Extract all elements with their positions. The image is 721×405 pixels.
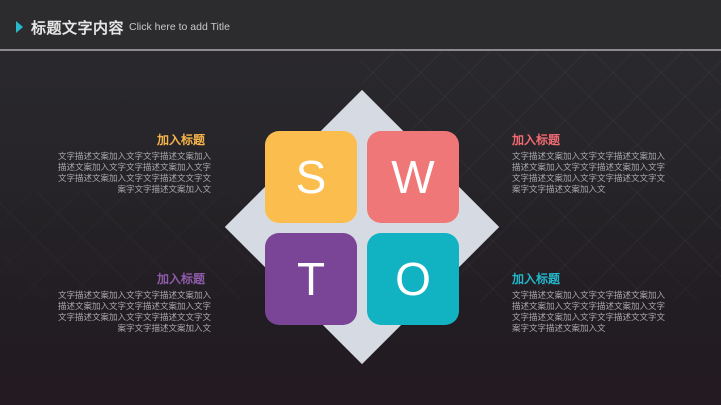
text-line: 描述文案加入文字文字描述文案加入文字	[57, 302, 211, 312]
text-line: 案字文字描述文案加入文	[512, 185, 606, 195]
header-divider	[0, 49, 721, 51]
slide-title[interactable]: 标题文字内容	[31, 17, 124, 38]
block-text-bottom-right[interactable]: 文字描述文案加入文字文字描述文案加入 描述文案加入文字文字描述文案加入文字 文字…	[512, 291, 680, 335]
text-line: 文字描述文案加入文字文字描述文文字文	[512, 313, 666, 323]
text-line: 文字描述文案加入文字文字描述文案加入	[57, 291, 211, 301]
text-line: 文字描述文案加入文字文字描述文案加入	[57, 152, 211, 162]
block-text-top-right[interactable]: 文字描述文案加入文字文字描述文案加入 描述文案加入文字文字描述文案加入文字 文字…	[512, 152, 680, 196]
swot-tile-t[interactable]: T	[265, 233, 357, 325]
text-line: 文字描述文案加入文字文字描述文文字文	[57, 313, 211, 323]
swot-tile-o[interactable]: O	[367, 233, 459, 325]
text-line: 文字描述文案加入文字文字描述文案加入	[512, 291, 666, 301]
title-arrow-icon	[16, 21, 23, 33]
text-line: 文字描述文案加入文字文字描述文案加入	[512, 152, 666, 162]
background-pattern-left	[0, 190, 260, 300]
swot-tile-s[interactable]: S	[265, 131, 357, 223]
text-line: 文字描述文案加入文字文字描述文文字文	[57, 174, 211, 184]
text-line: 文字描述文案加入文字文字描述文文字文	[512, 174, 666, 184]
block-title-bottom-right[interactable]: 加入标题	[512, 270, 560, 287]
text-line: 案字文字描述文案加入文	[117, 324, 211, 334]
block-text-bottom-left[interactable]: 文字描述文案加入文字文字描述文案加入 描述文案加入文字文字描述文案加入文字 文字…	[43, 291, 211, 335]
block-title-top-left[interactable]: 加入标题	[157, 131, 205, 148]
block-title-top-right[interactable]: 加入标题	[512, 131, 560, 148]
slide-subtitle[interactable]: Click here to add Title	[129, 21, 230, 33]
text-line: 描述文案加入文字文字描述文案加入文字	[512, 302, 666, 312]
swot-tile-w[interactable]: W	[367, 131, 459, 223]
text-line: 描述文案加入文字文字描述文案加入文字	[512, 163, 666, 173]
block-title-bottom-left[interactable]: 加入标题	[157, 270, 205, 287]
text-line: 案字文字描述文案加入文	[512, 324, 606, 334]
swot-diamond-backdrop	[224, 89, 500, 365]
text-line: 描述文案加入文字文字描述文案加入文字	[57, 163, 211, 173]
block-text-top-left[interactable]: 文字描述文案加入文字文字描述文案加入 描述文案加入文字文字描述文案加入文字 文字…	[43, 152, 211, 196]
text-line: 案字文字描述文案加入文	[117, 185, 211, 195]
